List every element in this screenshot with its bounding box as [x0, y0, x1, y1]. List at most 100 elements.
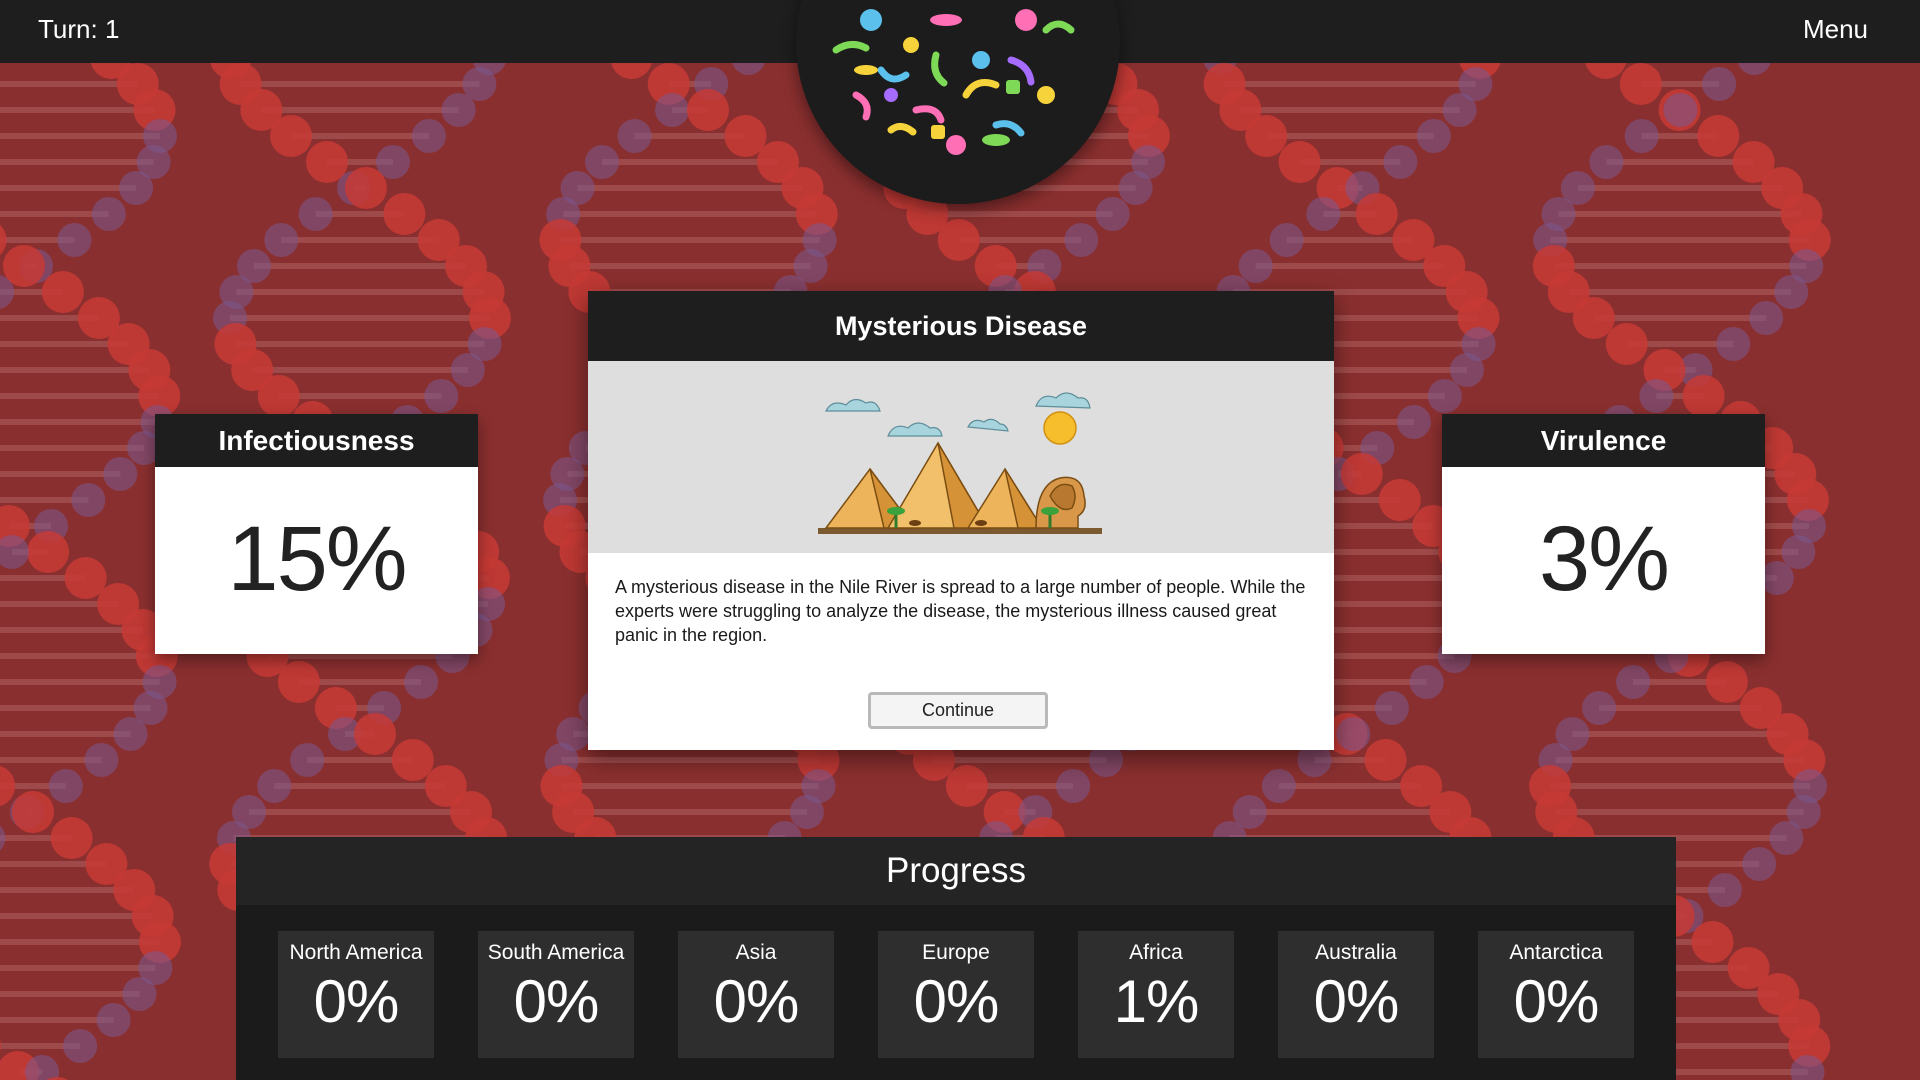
dna-bead: [0, 765, 16, 807]
dna-bead: [1336, 717, 1371, 751]
dna-bead: [1742, 847, 1777, 881]
region-percent: 0%: [313, 968, 400, 1035]
region-percent: 1%: [1113, 968, 1200, 1035]
dna-bead: [264, 223, 299, 257]
dna-bead: [1682, 375, 1725, 417]
dna-bead: [354, 713, 397, 755]
virulence-card: Virulence 3%: [1442, 414, 1765, 654]
dna-bead: [298, 197, 333, 231]
dna-bead: [1269, 223, 1304, 257]
region-name: Asia: [735, 941, 777, 964]
dna-bead: [1691, 921, 1734, 963]
region-name: South America: [487, 941, 625, 964]
dna-bead: [0, 535, 29, 569]
dna-bead: [1383, 145, 1418, 179]
menu-button[interactable]: Menu: [1803, 14, 1868, 45]
region-name: Antarctica: [1509, 941, 1603, 964]
turn-counter: Turn: 1: [38, 14, 120, 44]
dna-bead: [1697, 115, 1740, 157]
dna-bead: [945, 765, 988, 807]
region-australia: Australia 0%: [1278, 931, 1434, 1058]
dna-bead: [113, 717, 148, 751]
dna-bead: [1582, 691, 1617, 725]
infectiousness-title: Infectiousness: [155, 414, 478, 467]
continue-button[interactable]: Continue: [868, 692, 1048, 729]
infectiousness-value: 15%: [227, 508, 407, 610]
dna-bead: [937, 219, 980, 261]
event-description: A mysterious disease in the Nile River i…: [615, 577, 1306, 645]
region-percent: 0%: [913, 968, 1000, 1035]
dna-bead: [1663, 93, 1698, 127]
dna-bead: [1781, 535, 1816, 569]
dna-bead: [789, 795, 824, 829]
region-percent: 0%: [713, 968, 800, 1035]
dna-bead: [27, 531, 70, 573]
dna-bead: [0, 224, 7, 256]
dna-bead: [1769, 821, 1804, 855]
region-name: Europe: [922, 941, 990, 964]
progress-title: Progress: [236, 837, 1676, 905]
region-name: Africa: [1129, 941, 1183, 964]
region-antarctica: Antarctica 0%: [1478, 931, 1634, 1058]
dna-bead: [1774, 275, 1809, 309]
infectiousness-card: Infectiousness 15%: [155, 414, 478, 654]
dna-bead: [404, 665, 439, 699]
dna-bead: [57, 223, 92, 257]
dna-bead: [1378, 479, 1421, 521]
region-percent: 0%: [1313, 968, 1400, 1035]
dna-bead: [1306, 197, 1341, 231]
dna-bead: [450, 353, 485, 387]
dna-bead: [1245, 115, 1288, 157]
dna-bead: [724, 115, 767, 157]
dna-bead: [1364, 739, 1407, 781]
dna-bead: [585, 145, 620, 179]
dna-bead: [1427, 379, 1462, 413]
event-dialog: Mysterious Disease A mysterious disease …: [588, 291, 1334, 750]
virulence-title: Virulence: [1442, 414, 1765, 467]
dna-bead: [270, 115, 313, 157]
dna-bead: [1355, 193, 1398, 235]
progress-panel: Progress North America 0% South America …: [236, 837, 1676, 1080]
dna-bead: [1572, 297, 1615, 339]
dna-bead: [1605, 323, 1648, 365]
dna-bead: [12, 791, 55, 833]
region-name: Australia: [1315, 941, 1397, 964]
region-europe: Europe 0%: [878, 931, 1034, 1058]
dna-bead: [1056, 769, 1091, 803]
dna-bead: [48, 769, 83, 803]
region-name: North America: [289, 941, 423, 964]
dna-bead: [277, 661, 320, 703]
dna-bead: [91, 197, 126, 231]
dna-bead: [1064, 223, 1099, 257]
event-title: Mysterious Disease: [588, 291, 1334, 361]
dna-bead: [655, 93, 690, 127]
dna-bead: [1716, 327, 1751, 361]
dna-bead: [686, 89, 729, 131]
dna-bead: [617, 119, 652, 153]
dna-bead: [1409, 665, 1444, 699]
dna-bead: [257, 375, 300, 417]
dna-bead: [383, 193, 426, 235]
region-percent: 0%: [513, 968, 600, 1035]
dna-bead: [1095, 197, 1130, 231]
dna-bead: [1616, 665, 1651, 699]
dna-bead: [411, 119, 446, 153]
dna-bead: [391, 739, 434, 781]
dna-bead: [1705, 661, 1748, 703]
dna-bead: [63, 1029, 98, 1063]
dna-bead: [1624, 119, 1659, 153]
dna-bead: [71, 483, 106, 517]
region-percent: 0%: [1513, 968, 1600, 1035]
dna-bead: [257, 769, 292, 803]
dna-bead: [41, 271, 84, 313]
pyramids-illustration: [588, 361, 1334, 553]
dna-bead: [1707, 873, 1742, 907]
dna-bead: [122, 977, 157, 1011]
dna-bead: [1374, 691, 1409, 725]
dna-bead: [1619, 63, 1662, 105]
dna-bead: [84, 743, 119, 777]
dna-bead: [1449, 353, 1484, 387]
dna-bead: [1261, 769, 1296, 803]
dna-bead: [1238, 249, 1273, 283]
dna-bead: [1396, 405, 1431, 439]
